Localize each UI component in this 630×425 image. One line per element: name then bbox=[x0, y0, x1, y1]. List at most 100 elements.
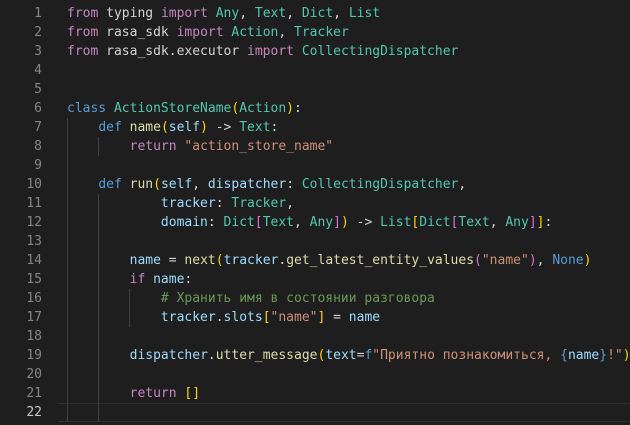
code-token: rasa_sdk.executor bbox=[98, 44, 248, 59]
code-line[interactable]: 22 bbox=[0, 403, 630, 422]
code-line[interactable]: 10 def run(self, dispatcher: CollectingD… bbox=[0, 175, 630, 194]
code-token: import bbox=[176, 25, 224, 40]
code-token: Tracker bbox=[231, 196, 287, 211]
code-token: return bbox=[129, 386, 177, 401]
code-token: def bbox=[98, 177, 122, 192]
line-number: 18 bbox=[26, 329, 42, 344]
code-token: , bbox=[286, 196, 294, 211]
line-number: 22 bbox=[26, 405, 42, 420]
code-token: tracker bbox=[223, 253, 279, 268]
code-token: get_latest_entity_values bbox=[286, 253, 475, 268]
code-line[interactable]: 13 bbox=[0, 232, 630, 251]
code-token: text bbox=[325, 348, 357, 363]
code-token: Dict bbox=[419, 215, 451, 230]
code-line[interactable]: 1 from typing import Any, Text, Dict, Lis… bbox=[0, 4, 630, 23]
code-line[interactable]: 15 if name: bbox=[0, 270, 630, 289]
code-text: def run(self, dispatcher: CollectingDisp… bbox=[67, 175, 466, 194]
code-text: name = next(tracker.get_latest_entity_va… bbox=[67, 251, 592, 270]
code-text: dispatcher.utter_message(text=f"Приятно … bbox=[67, 346, 630, 365]
code-token: : bbox=[207, 215, 224, 230]
code-text: from rasa_sdk.executor import Collecting… bbox=[67, 42, 458, 61]
code-line[interactable]: 18 bbox=[0, 327, 630, 346]
code-token: : bbox=[270, 120, 279, 135]
code-token: Text bbox=[254, 6, 287, 21]
code-token: , bbox=[192, 177, 208, 192]
code-token: ) bbox=[622, 348, 630, 363]
code-line[interactable]: 11 tracker: Tracker, bbox=[0, 194, 630, 213]
code-line[interactable]: 6 class ActionStoreName(Action): bbox=[0, 99, 630, 118]
code-text: return [] bbox=[67, 384, 200, 403]
code-line[interactable]: 17 tracker.slots["name"] = name bbox=[0, 308, 630, 327]
code-token: import bbox=[247, 44, 294, 59]
code-line[interactable]: 21 return [] bbox=[0, 384, 630, 403]
code-token: ] bbox=[333, 215, 341, 230]
code-token: # Хранить имя в состоянии разговора bbox=[160, 291, 435, 306]
code-token: , bbox=[536, 253, 553, 268]
code-token: def bbox=[98, 120, 122, 135]
code-line[interactable]: 16 # Хранить имя в состоянии разговора bbox=[0, 289, 630, 308]
code-line[interactable]: 19 dispatcher.utter_message(text=f"Прият… bbox=[0, 346, 630, 365]
line-number: 5 bbox=[34, 82, 42, 97]
code-line[interactable]: 12 domain: Dict[Text, Any]) -> List[Dict… bbox=[0, 213, 630, 232]
code-token: tracker bbox=[160, 310, 216, 325]
code-token: ( bbox=[153, 177, 161, 192]
code-token: Any bbox=[309, 215, 334, 230]
code-token: [ bbox=[262, 310, 271, 325]
code-token: Any bbox=[505, 215, 529, 230]
code-token: class bbox=[67, 101, 107, 116]
line-number: 9 bbox=[34, 158, 42, 173]
code-token: Tracker bbox=[294, 25, 349, 40]
line-number: 11 bbox=[26, 196, 42, 211]
code-text: tracker: Tracker, bbox=[67, 194, 294, 213]
line-number: 6 bbox=[34, 101, 42, 116]
code-token: CollectingDispatcher bbox=[301, 44, 459, 59]
line-number: 17 bbox=[26, 310, 42, 325]
code-token: , bbox=[333, 6, 349, 21]
code-token: . bbox=[207, 348, 216, 363]
code-token: name bbox=[567, 348, 600, 363]
code-token: "name" bbox=[481, 253, 529, 268]
line-number: 20 bbox=[26, 367, 42, 382]
line-number: 7 bbox=[34, 120, 42, 135]
line-number: 19 bbox=[26, 348, 42, 363]
code-line[interactable]: 14 name = next(tracker.get_latest_entity… bbox=[0, 251, 630, 270]
code-token: Text bbox=[262, 215, 294, 230]
code-token: ) bbox=[340, 215, 349, 230]
code-token: : bbox=[544, 215, 553, 230]
code-line[interactable]: 9 bbox=[0, 156, 630, 175]
code-line[interactable]: 3 from rasa_sdk.executor import Collectin… bbox=[0, 42, 630, 61]
code-token: name bbox=[129, 253, 161, 268]
code-token: from bbox=[67, 6, 99, 21]
code-text: from rasa_sdk import Action, Tracker bbox=[67, 23, 349, 42]
code-token: CollectingDispatcher bbox=[301, 177, 459, 192]
code-line[interactable]: 20 bbox=[0, 365, 630, 384]
code-line[interactable]: 2 from rasa_sdk import Action, Tracker bbox=[0, 23, 630, 42]
code-line[interactable]: 8 return "action_store_name" bbox=[0, 137, 630, 156]
code-token: self bbox=[168, 120, 201, 135]
code-token: run bbox=[129, 177, 154, 192]
code-line[interactable]: 5 bbox=[0, 80, 630, 99]
code-token: Dict bbox=[301, 6, 334, 21]
code-token: typing bbox=[98, 6, 161, 21]
code-line[interactable]: 4 bbox=[0, 61, 630, 80]
code-token: import bbox=[160, 6, 208, 21]
code-token: return bbox=[129, 139, 177, 154]
line-number: 13 bbox=[26, 234, 42, 249]
code-line[interactable]: 7 def name(self) -> Text: bbox=[0, 118, 630, 137]
code-editor[interactable]: 1 from typing import Any, Text, Dict, Lis… bbox=[0, 0, 630, 425]
code-text: return "action_store_name" bbox=[67, 137, 334, 156]
code-token: , bbox=[278, 25, 295, 40]
code-text: # Хранить имя в состоянии разговора bbox=[67, 289, 435, 308]
code-token: "action_store_name" bbox=[184, 139, 334, 154]
